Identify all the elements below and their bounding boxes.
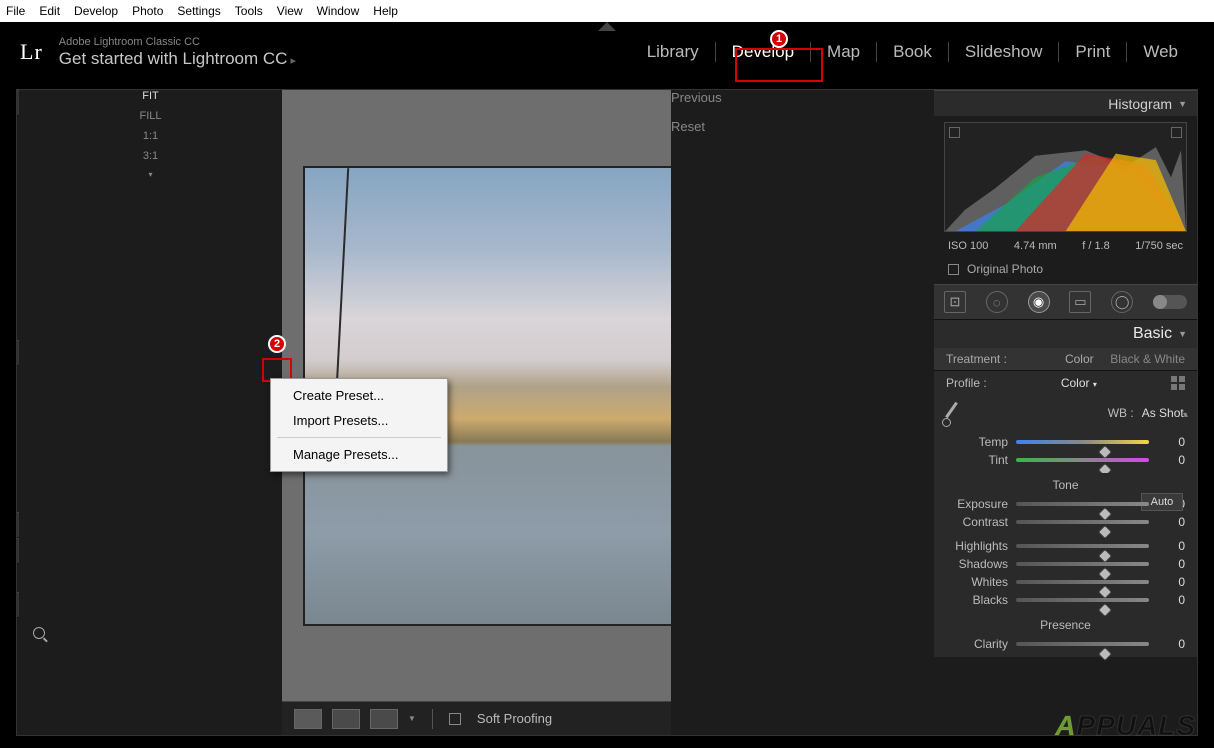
menu-settings[interactable]: Settings: [177, 4, 220, 18]
shadow-clip-icon[interactable]: [949, 127, 960, 138]
nav-fit[interactable]: FIT: [142, 90, 159, 102]
view-mode-menu-icon[interactable]: ▼: [408, 714, 416, 723]
eyedropper-icon[interactable]: [942, 399, 960, 427]
panel-switch[interactable]: [1153, 295, 1187, 309]
profile-browser-icon[interactable]: [1171, 376, 1185, 390]
spot-tool-icon[interactable]: ◌: [986, 291, 1008, 313]
before-after-lr-button[interactable]: [332, 709, 360, 729]
checkbox-icon[interactable]: [948, 264, 959, 275]
reset-button[interactable]: Reset: [671, 119, 934, 134]
window-menu-bar: File Edit Develop Photo Settings Tools V…: [0, 0, 1214, 22]
module-develop[interactable]: Develop: [716, 42, 810, 62]
logo-icon: Lr: [20, 39, 43, 65]
nav-fill[interactable]: FILL: [139, 110, 161, 122]
nav-3to1[interactable]: 3:1: [143, 150, 158, 162]
menu-window[interactable]: Window: [317, 4, 360, 18]
menu-create-preset[interactable]: Create Preset...: [271, 383, 447, 408]
previous-button[interactable]: Previous: [671, 90, 934, 105]
treatment-label: Treatment :: [946, 352, 1007, 366]
basic-header[interactable]: Basic ▼: [934, 320, 1197, 348]
search-icon: [33, 627, 45, 639]
slider-highlights[interactable]: Highlights0: [946, 537, 1185, 555]
main-frame: ▼ Navigator FIT FILL 1:1 3:1 ▾ ▼ Presets…: [16, 89, 1198, 736]
slider-clarity[interactable]: Clarity0: [946, 635, 1185, 653]
slider-blacks[interactable]: Blacks0: [946, 591, 1185, 609]
module-map[interactable]: Map: [811, 42, 876, 62]
module-picker: Library Develop Map Book Slideshow Print…: [631, 42, 1194, 62]
histogram-title: Histogram: [1108, 96, 1172, 112]
highlight-clip-icon[interactable]: [1171, 127, 1182, 138]
menu-import-presets[interactable]: Import Presets...: [271, 408, 447, 433]
slider-contrast[interactable]: Contrast0: [946, 513, 1185, 531]
presence-title: Presence: [1040, 618, 1091, 632]
bottom-toolbar: ▼ Soft Proofing Previous Reset: [282, 701, 934, 735]
grad-filter-icon[interactable]: ▭: [1069, 291, 1091, 313]
exif-aperture: f / 1.8: [1082, 240, 1110, 252]
wb-label: WB :: [1108, 406, 1134, 420]
panel-expand-icon[interactable]: [598, 22, 616, 31]
exif-shutter: 1/750 sec: [1135, 240, 1183, 252]
slider-tint[interactable]: Tint0: [946, 451, 1185, 469]
right-panel: Histogram ▼ ISO 100 4.74 mm f / 1.8 1/75…: [934, 90, 1197, 735]
treatment-color[interactable]: Color: [1065, 352, 1094, 366]
module-slideshow[interactable]: Slideshow: [949, 42, 1059, 62]
menu-edit[interactable]: Edit: [39, 4, 60, 18]
profile-value[interactable]: Color ▾: [1061, 376, 1097, 390]
brand-title[interactable]: Get started with Lightroom CC: [59, 49, 296, 69]
develop-tools-strip: ⊡ ◌ ◉ ▭ ◯: [934, 284, 1197, 320]
brand-subtitle: Adobe Lightroom Classic CC: [59, 36, 296, 49]
menu-develop[interactable]: Develop: [74, 4, 118, 18]
nav-ratio-menu-icon[interactable]: ▾: [148, 170, 152, 179]
histogram-svg: [945, 145, 1186, 231]
original-photo-row[interactable]: Original Photo: [934, 258, 1197, 284]
profile-label: Profile :: [946, 376, 987, 390]
exif-iso: ISO 100: [948, 240, 988, 252]
tone-title: Tone: [1052, 478, 1078, 492]
menu-help[interactable]: Help: [373, 4, 398, 18]
tone-sliders: Tone Auto Exposure0.00 Contrast0 Highlig…: [934, 473, 1197, 613]
left-panel: ▼ Navigator FIT FILL 1:1 3:1 ▾ ▼ Presets…: [17, 90, 282, 735]
wb-value[interactable]: As Shot: [1142, 406, 1185, 420]
app-header: Lr Adobe Lightroom Classic CC Get starte…: [0, 22, 1214, 82]
menu-separator: [277, 437, 441, 438]
presence-sliders: Presence Clarity0: [934, 613, 1197, 657]
treatment-bw[interactable]: Black & White: [1110, 352, 1185, 366]
slider-shadows[interactable]: Shadows0: [946, 555, 1185, 573]
menu-photo[interactable]: Photo: [132, 4, 163, 18]
brand: Lr Adobe Lightroom Classic CC Get starte…: [20, 36, 296, 68]
wb-row: WB : As Shot: [934, 395, 1197, 431]
radial-filter-icon[interactable]: ◯: [1111, 291, 1133, 313]
exif-focal: 4.74 mm: [1014, 240, 1057, 252]
presets-context-menu: Create Preset... Import Presets... Manag…: [270, 378, 448, 472]
profile-row[interactable]: Profile : Color ▾: [934, 371, 1197, 395]
navigator-header[interactable]: ▼ Navigator FIT FILL 1:1 3:1 ▾: [17, 90, 282, 116]
menu-tools[interactable]: Tools: [235, 4, 263, 18]
soft-proof-label: Soft Proofing: [477, 711, 552, 726]
histogram-graph[interactable]: [944, 122, 1187, 232]
triangle-down-icon: ▼: [1178, 99, 1187, 109]
soft-proof-checkbox[interactable]: [449, 713, 461, 725]
treatment-row: Treatment : Color Black & White: [934, 348, 1197, 371]
crop-tool-icon[interactable]: ⊡: [944, 291, 966, 313]
nav-1to1[interactable]: 1:1: [143, 130, 158, 142]
module-web[interactable]: Web: [1127, 42, 1194, 62]
menu-file[interactable]: File: [6, 4, 25, 18]
slider-whites[interactable]: Whites0: [946, 573, 1185, 591]
menu-manage-presets[interactable]: Manage Presets...: [271, 442, 447, 467]
loupe-view-button[interactable]: [294, 709, 322, 729]
basic-title: Basic: [1133, 325, 1172, 343]
wb-sliders: Temp0 Tint0: [934, 431, 1197, 473]
slider-temp[interactable]: Temp0: [946, 433, 1185, 451]
module-library[interactable]: Library: [631, 42, 715, 62]
histogram-header[interactable]: Histogram ▼: [934, 90, 1197, 116]
triangle-down-icon: ▼: [1178, 329, 1187, 339]
before-after-tb-button[interactable]: [370, 709, 398, 729]
histogram-info: ISO 100 4.74 mm f / 1.8 1/750 sec: [934, 238, 1197, 258]
menu-view[interactable]: View: [277, 4, 303, 18]
module-book[interactable]: Book: [877, 42, 948, 62]
original-photo-label: Original Photo: [967, 262, 1043, 276]
module-print[interactable]: Print: [1059, 42, 1126, 62]
redeye-tool-icon[interactable]: ◉: [1028, 291, 1050, 313]
